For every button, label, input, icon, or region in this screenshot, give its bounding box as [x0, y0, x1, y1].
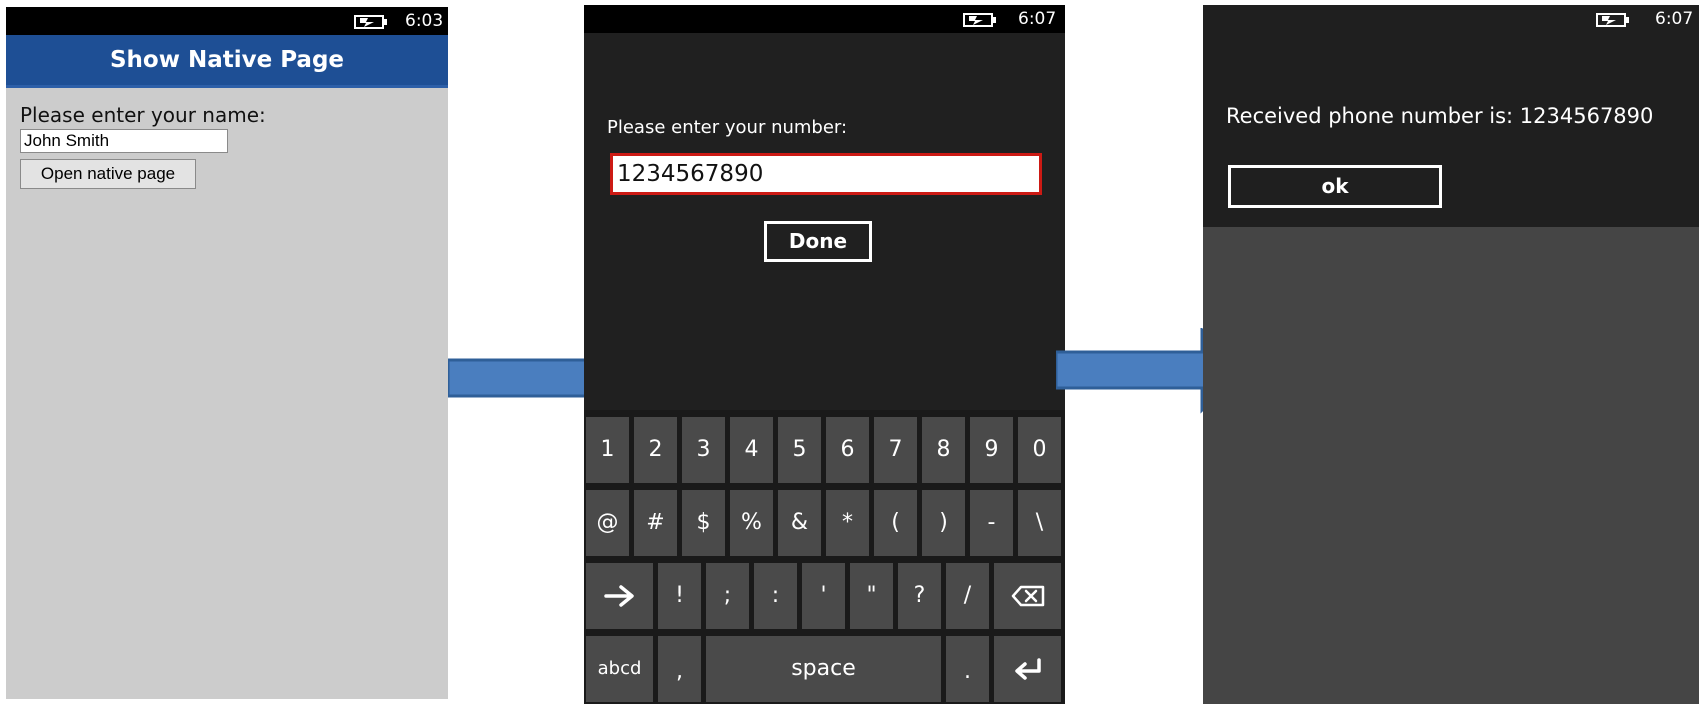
message-panel: 6:07 Received phone number is: 123456789…: [1203, 5, 1699, 227]
app-header: Show Native Page: [6, 35, 448, 88]
status-time: 6:03: [405, 11, 444, 31]
key-backspace[interactable]: [994, 563, 1061, 629]
key-hash[interactable]: #: [634, 490, 677, 556]
key-open-paren[interactable]: (: [874, 490, 917, 556]
key-9[interactable]: 9: [970, 417, 1013, 483]
key-5[interactable]: 5: [778, 417, 821, 483]
key-ampersand[interactable]: &: [778, 490, 821, 556]
status-bar: 6:07: [1203, 5, 1699, 33]
key-backslash[interactable]: \: [1018, 490, 1061, 556]
key-space[interactable]: space: [706, 636, 941, 702]
done-button[interactable]: Done: [764, 221, 872, 262]
key-0[interactable]: 0: [1018, 417, 1061, 483]
on-screen-keyboard: 1 2 3 4 5 6 7 8 9 0 @ # $ % & * ( ) - \ …: [584, 410, 1065, 704]
key-enter[interactable]: [994, 636, 1061, 702]
key-7[interactable]: 7: [874, 417, 917, 483]
key-semicolon[interactable]: ;: [706, 563, 749, 629]
key-question[interactable]: ?: [898, 563, 941, 629]
key-at[interactable]: @: [586, 490, 629, 556]
page-title: Show Native Page: [109, 47, 345, 73]
number-input[interactable]: 1234567890: [610, 153, 1042, 195]
battery-charging-icon: [354, 15, 387, 29]
key-8[interactable]: 8: [922, 417, 965, 483]
open-native-page-button[interactable]: Open native page: [20, 159, 196, 189]
key-3[interactable]: 3: [682, 417, 725, 483]
key-asterisk[interactable]: *: [826, 490, 869, 556]
key-colon[interactable]: :: [754, 563, 797, 629]
key-comma[interactable]: ,: [658, 636, 701, 702]
status-bar: 6:03: [6, 7, 448, 35]
key-period[interactable]: .: [946, 636, 989, 702]
key-2[interactable]: 2: [634, 417, 677, 483]
status-time: 6:07: [1655, 9, 1694, 29]
backspace-icon: [1011, 585, 1044, 607]
key-exclamation[interactable]: !: [658, 563, 701, 629]
screen-enter-number: 6:07 Please enter your number: 123456789…: [584, 5, 1065, 704]
key-dollar[interactable]: $: [682, 490, 725, 556]
screen-show-native-page: 6:03 Show Native Page Please enter your …: [6, 7, 448, 699]
ok-button[interactable]: ok: [1228, 165, 1442, 208]
screen-received-number: 6:07 Received phone number is: 123456789…: [1203, 5, 1699, 704]
battery-charging-icon: [963, 13, 996, 27]
status-bar: 6:07: [584, 5, 1065, 33]
key-1[interactable]: 1: [586, 417, 629, 483]
battery-charging-icon: [1596, 13, 1629, 27]
name-prompt-label: Please enter your name:: [20, 103, 266, 127]
key-4[interactable]: 4: [730, 417, 773, 483]
key-percent[interactable]: %: [730, 490, 773, 556]
key-abcd[interactable]: abcd: [586, 636, 653, 702]
enter-icon: [1014, 658, 1041, 680]
key-quote[interactable]: ": [850, 563, 893, 629]
number-prompt-label: Please enter your number:: [607, 117, 848, 138]
key-apostrophe[interactable]: ': [802, 563, 845, 629]
key-close-paren[interactable]: ): [922, 490, 965, 556]
right-arrow-key-icon: [603, 585, 634, 607]
key-tab-arrow[interactable]: [586, 563, 653, 629]
received-number-message: Received phone number is: 1234567890: [1226, 104, 1654, 128]
status-time: 6:07: [1018, 9, 1057, 29]
key-hyphen[interactable]: -: [970, 490, 1013, 556]
name-input[interactable]: John Smith: [20, 129, 228, 153]
key-slash[interactable]: /: [946, 563, 989, 629]
key-6[interactable]: 6: [826, 417, 869, 483]
